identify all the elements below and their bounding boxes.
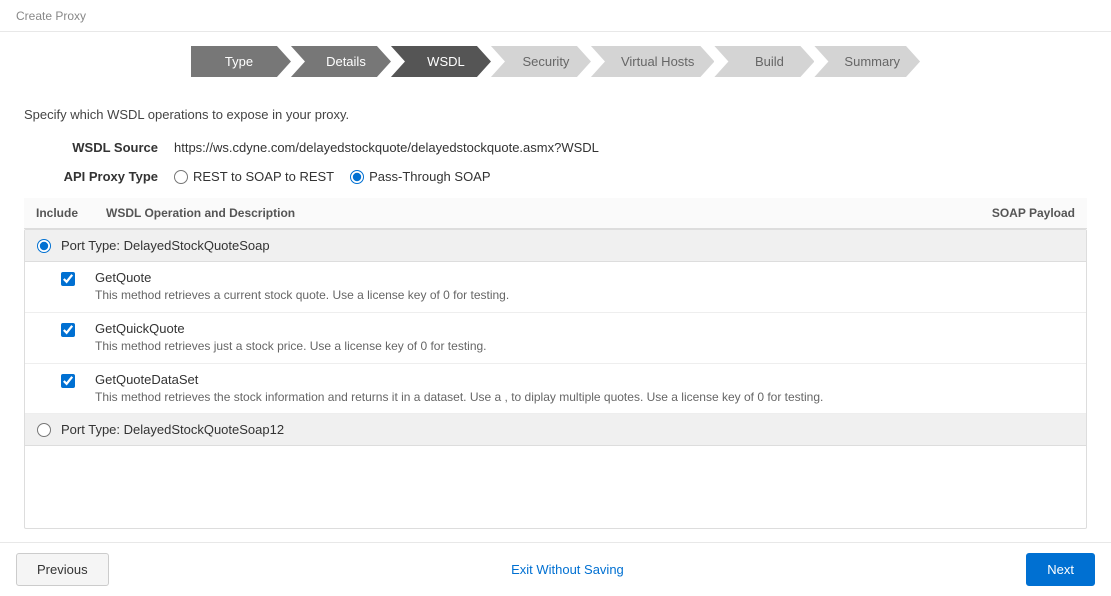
step-label-build: Build (714, 46, 814, 77)
step-summary[interactable]: Summary (814, 46, 920, 77)
footer: Previous Exit Without Saving Next (0, 542, 1111, 596)
port-type-label-port2: Port Type: DelayedStockQuoteSoap12 (61, 422, 284, 437)
step-label-wsdl: WSDL (391, 46, 491, 77)
radio-label-pass-through: Pass-Through SOAP (369, 169, 490, 184)
step-label-security: Security (491, 46, 591, 77)
op-checkbox-op1[interactable] (61, 272, 75, 286)
next-button[interactable]: Next (1026, 553, 1095, 586)
step-security[interactable]: Security (491, 46, 591, 77)
stepper: TypeDetailsWSDLSecurityVirtual HostsBuil… (0, 32, 1111, 91)
op-checkbox-op3[interactable] (61, 374, 75, 388)
radio-rest-to-soap[interactable]: REST to SOAP to REST (174, 169, 334, 184)
page-title: Create Proxy (16, 9, 86, 23)
operations-table: Port Type: DelayedStockQuoteSoap GetQuote… (24, 229, 1087, 529)
port-type-row-port1[interactable]: Port Type: DelayedStockQuoteSoap (25, 230, 1086, 262)
port-type-label-port1: Port Type: DelayedStockQuoteSoap (61, 238, 270, 253)
col-include-header: Include (36, 206, 106, 220)
exit-without-saving-link[interactable]: Exit Without Saving (511, 562, 624, 577)
op-desc-op1: This method retrieves a current stock qu… (95, 287, 1074, 304)
port-type-radio-port1[interactable] (37, 239, 51, 253)
op-checkbox-op2[interactable] (61, 323, 75, 337)
step-build[interactable]: Build (714, 46, 814, 77)
page-header: Create Proxy (0, 0, 1111, 32)
col-payload-header: SOAP Payload (955, 206, 1075, 220)
op-name-op1: GetQuote (95, 270, 1074, 285)
wsdl-source-value: https://ws.cdyne.com/delayedstockquote/d… (174, 140, 599, 155)
subtitle: Specify which WSDL operations to expose … (24, 107, 1087, 122)
radio-pass-through[interactable]: Pass-Through SOAP (350, 169, 490, 184)
col-operation-header: WSDL Operation and Description (106, 206, 955, 220)
step-details[interactable]: Details (291, 46, 391, 77)
api-proxy-type-label: API Proxy Type (24, 169, 174, 184)
radio-label-rest-to-soap: REST to SOAP to REST (193, 169, 334, 184)
step-label-details: Details (291, 46, 391, 77)
port-type-radio-port2[interactable] (37, 423, 51, 437)
radio-input-pass-through[interactable] (350, 170, 364, 184)
port-type-row-port2[interactable]: Port Type: DelayedStockQuoteSoap12 (25, 414, 1086, 446)
op-name-op3: GetQuoteDataSet (95, 372, 1074, 387)
radio-group: REST to SOAP to REST Pass-Through SOAP (174, 169, 491, 184)
content-area: Specify which WSDL operations to expose … (0, 91, 1111, 545)
step-type[interactable]: Type (191, 46, 291, 77)
operation-row-op1: GetQuote This method retrieves a current … (25, 262, 1086, 313)
step-label-type: Type (191, 46, 291, 77)
step-label-summary: Summary (814, 46, 920, 77)
step-virtual-hosts[interactable]: Virtual Hosts (591, 46, 714, 77)
step-label-virtual-hosts: Virtual Hosts (591, 46, 714, 77)
wsdl-source-label: WSDL Source (24, 140, 174, 155)
step-wsdl[interactable]: WSDL (391, 46, 491, 77)
previous-button[interactable]: Previous (16, 553, 109, 586)
op-desc-op2: This method retrieves just a stock price… (95, 338, 1074, 355)
op-desc-op3: This method retrieves the stock informat… (95, 389, 1074, 406)
radio-input-rest-to-soap[interactable] (174, 170, 188, 184)
operation-row-op2: GetQuickQuote This method retrieves just … (25, 313, 1086, 364)
op-name-op2: GetQuickQuote (95, 321, 1074, 336)
operation-row-op3: GetQuoteDataSet This method retrieves the… (25, 364, 1086, 415)
